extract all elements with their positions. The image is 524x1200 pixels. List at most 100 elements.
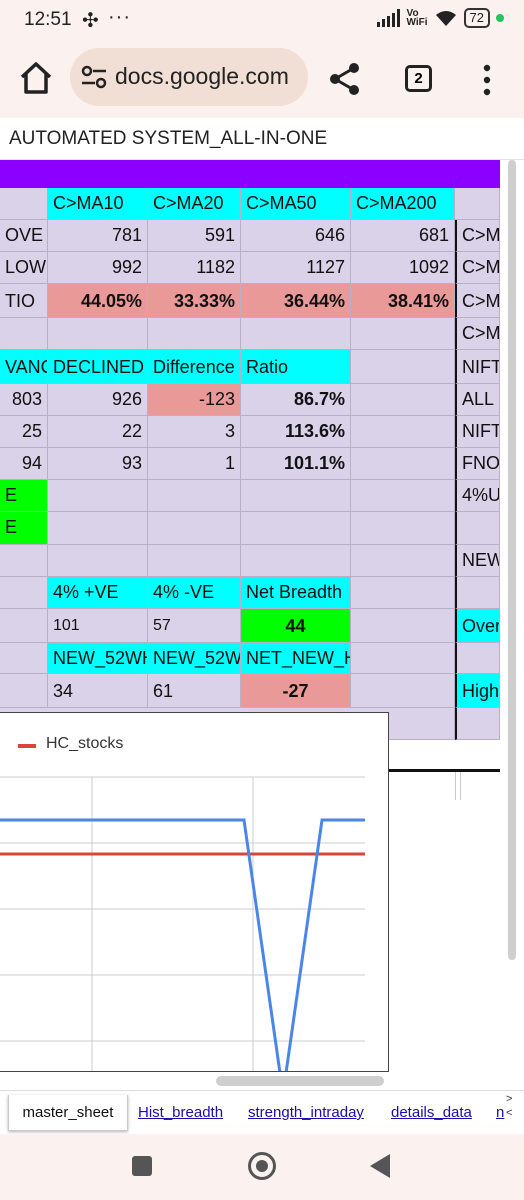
cell[interactable]: [351, 416, 455, 448]
home-nav-icon[interactable]: [248, 1152, 276, 1180]
table-cell[interactable]: 101.1%: [241, 448, 351, 480]
embedded-chart[interactable]: HC_stocks: [0, 712, 389, 1072]
table-cell[interactable]: 86.7%: [241, 384, 351, 416]
cell[interactable]: [241, 545, 351, 577]
ratio-cell[interactable]: 33.33%: [148, 284, 241, 318]
table-cell[interactable]: 992: [48, 252, 148, 284]
ratio-cell[interactable]: 44.05%: [48, 284, 148, 318]
table-cell[interactable]: 646: [241, 220, 351, 252]
table-cell[interactable]: 591: [148, 220, 241, 252]
site-settings-icon[interactable]: [80, 64, 108, 90]
table-cell[interactable]: 61: [148, 674, 241, 708]
cell[interactable]: [351, 480, 455, 512]
table-cell[interactable]: 1092: [351, 252, 455, 284]
cell[interactable]: [0, 609, 48, 643]
difference-cell[interactable]: -123: [148, 384, 241, 416]
ratio-cell[interactable]: 38.41%: [351, 284, 455, 318]
cell[interactable]: [0, 545, 48, 577]
table-cell[interactable]: 25: [0, 416, 48, 448]
header-cell[interactable]: DECLINED: [48, 350, 148, 384]
vertical-scrollbar[interactable]: [508, 160, 516, 960]
side-cell[interactable]: High: [455, 674, 500, 708]
cell[interactable]: [148, 545, 241, 577]
header-cell[interactable]: Ratio: [241, 350, 351, 384]
header-cell[interactable]: 4% -VE: [148, 577, 241, 609]
side-cell[interactable]: [455, 577, 500, 609]
side-cell[interactable]: 4%U: [455, 480, 500, 512]
table-cell[interactable]: 101: [48, 609, 148, 643]
cell[interactable]: [48, 512, 148, 545]
cell[interactable]: [351, 577, 455, 609]
side-cell[interactable]: C>M: [455, 252, 500, 284]
side-cell[interactable]: C>M: [455, 220, 500, 252]
header-cell[interactable]: Net Breadth: [241, 577, 351, 609]
cell[interactable]: [148, 480, 241, 512]
table-cell[interactable]: 94: [0, 448, 48, 480]
header-cell[interactable]: C>MA10: [48, 188, 148, 220]
side-cell[interactable]: NIFT: [455, 416, 500, 448]
cell[interactable]: [351, 350, 455, 384]
overflow-menu-icon[interactable]: [480, 64, 494, 96]
table-cell[interactable]: 1127: [241, 252, 351, 284]
cell[interactable]: [0, 674, 48, 708]
back-icon[interactable]: [370, 1154, 390, 1178]
side-cell[interactable]: C>M: [455, 284, 500, 318]
cell[interactable]: [0, 577, 48, 609]
status-cell[interactable]: E: [0, 480, 48, 512]
side-cell[interactable]: ALL: [455, 384, 500, 416]
table-cell[interactable]: 93: [48, 448, 148, 480]
tab-hist-breadth[interactable]: Hist_breadth: [138, 1104, 223, 1121]
cell[interactable]: [351, 318, 455, 350]
table-cell[interactable]: 1182: [148, 252, 241, 284]
cell[interactable]: [351, 643, 455, 674]
cell[interactable]: [351, 545, 455, 577]
table-cell[interactable]: 803: [0, 384, 48, 416]
side-cell[interactable]: FNO: [455, 448, 500, 480]
tab-next[interactable]: n: [496, 1104, 504, 1121]
tab-details-data[interactable]: details_data: [391, 1104, 472, 1121]
side-cell[interactable]: [455, 512, 500, 545]
table-cell[interactable]: 22: [48, 416, 148, 448]
header-cell[interactable]: NEW_52WH: [48, 643, 148, 674]
table-cell[interactable]: 113.6%: [241, 416, 351, 448]
cell[interactable]: [241, 480, 351, 512]
header-cell[interactable]: NET_NEW_HL: [241, 643, 351, 674]
cell[interactable]: [0, 188, 48, 220]
cell[interactable]: [351, 448, 455, 480]
header-cell[interactable]: 4% +VE: [48, 577, 148, 609]
address-bar[interactable]: docs.google.com: [70, 48, 308, 106]
tab-scroll-arrows-icon[interactable]: > <: [506, 1092, 512, 1120]
status-cell[interactable]: E: [0, 512, 48, 545]
row-label[interactable]: OVE: [0, 220, 48, 252]
recents-icon[interactable]: [132, 1156, 152, 1176]
cell[interactable]: [148, 318, 241, 350]
side-cell[interactable]: C>M: [455, 318, 500, 350]
table-cell[interactable]: 57: [148, 609, 241, 643]
cell[interactable]: [48, 318, 148, 350]
ratio-cell[interactable]: 36.44%: [241, 284, 351, 318]
home-icon[interactable]: [18, 60, 54, 96]
header-cell[interactable]: VANCI: [0, 350, 48, 384]
side-cell[interactable]: NEW: [455, 545, 500, 577]
side-cell[interactable]: NIFT: [455, 350, 500, 384]
tab-strength-intraday[interactable]: strength_intraday: [248, 1104, 364, 1121]
cell[interactable]: [351, 609, 455, 643]
tab-switcher-button[interactable]: 2: [405, 65, 432, 92]
side-cell[interactable]: [455, 708, 500, 740]
net-new-hl-cell[interactable]: -27: [241, 674, 351, 708]
table-cell[interactable]: 681: [351, 220, 455, 252]
side-cell[interactable]: Over: [455, 609, 500, 643]
cell[interactable]: [48, 545, 148, 577]
spreadsheet-grid[interactable]: C>MA10 C>MA20 C>MA50 C>MA200 OVE 781 591…: [0, 160, 500, 800]
cell[interactable]: [351, 674, 455, 708]
cell[interactable]: [241, 318, 351, 350]
row-label[interactable]: LOW: [0, 252, 48, 284]
share-icon[interactable]: [328, 62, 362, 96]
tab-master-sheet[interactable]: master_sheet: [8, 1095, 128, 1131]
table-cell[interactable]: 1: [148, 448, 241, 480]
cell[interactable]: [0, 643, 48, 674]
side-cell[interactable]: [455, 643, 500, 674]
table-cell[interactable]: 3: [148, 416, 241, 448]
header-cell[interactable]: C>MA50: [241, 188, 351, 220]
table-cell[interactable]: 926: [48, 384, 148, 416]
